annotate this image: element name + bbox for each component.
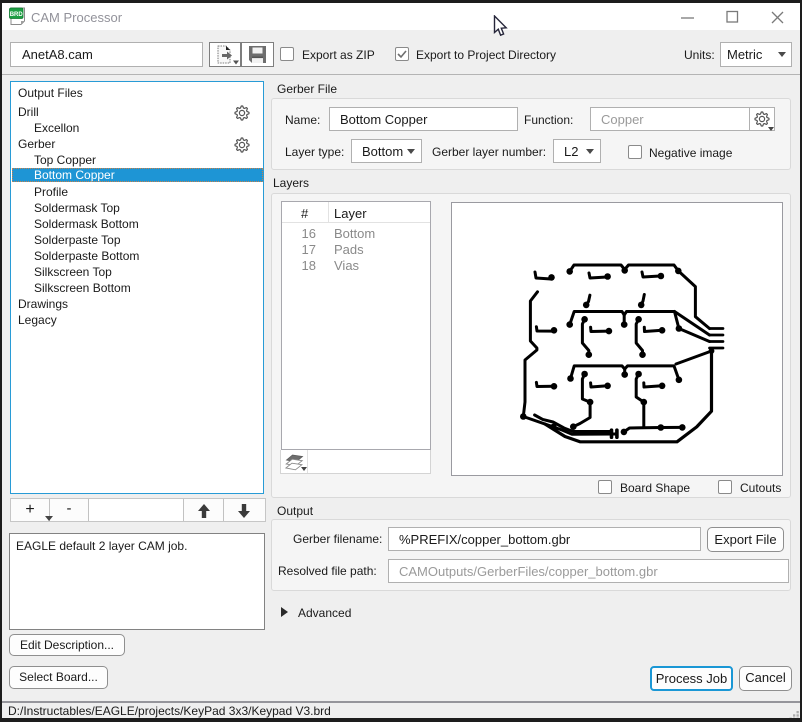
svg-text:BRD: BRD [10, 12, 24, 18]
